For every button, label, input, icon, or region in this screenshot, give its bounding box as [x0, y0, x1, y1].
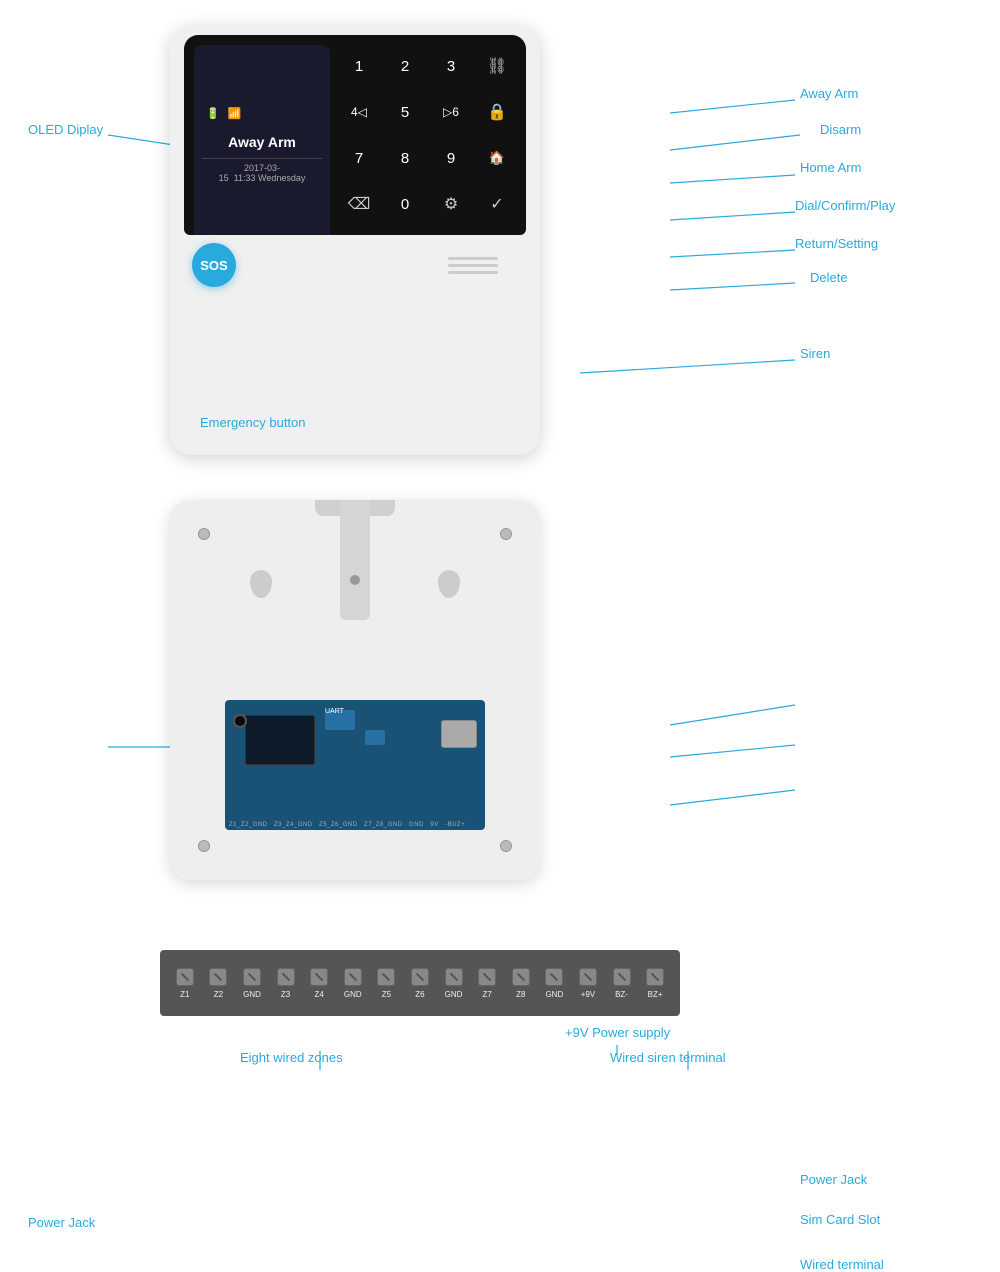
- keypad-device: 🔋 📶 Away Arm 2017-03-15 11:33 Wednesday …: [170, 25, 540, 455]
- terminal-gnd1: GND: [243, 968, 261, 999]
- terminal-gnd4: GND: [545, 968, 563, 999]
- pcb-board: UART Z1_Z2_GND Z3_Z4_GND Z5_Z6_GND Z7_Z8…: [225, 700, 485, 830]
- keypad-top-panel: 🔋 📶 Away Arm 2017-03-15 11:33 Wednesday …: [184, 35, 526, 235]
- speaker-line-1: [448, 257, 498, 260]
- screw-gnd4[interactable]: [545, 968, 563, 986]
- screw-z6[interactable]: [411, 968, 429, 986]
- label-away-arm: Away Arm: [800, 86, 858, 101]
- dial-confirm-key[interactable]: ✓: [478, 185, 516, 223]
- key-8[interactable]: 8: [386, 139, 424, 177]
- screw-z7[interactable]: [478, 968, 496, 986]
- screw-z3[interactable]: [277, 968, 295, 986]
- terminal-z4: Z4: [310, 968, 328, 999]
- back-panel-section: UART Z1_Z2_GND Z3_Z4_GND Z5_Z6_GND Z7_Z8…: [0, 480, 1000, 940]
- screw-z5[interactable]: [377, 968, 395, 986]
- oled-datetime: 2017-03-15 11:33 Wednesday: [202, 163, 322, 183]
- keypad-bottom: SOS: [184, 243, 526, 287]
- label-return-setting: Return/Setting: [795, 236, 878, 251]
- sos-button[interactable]: SOS: [192, 243, 236, 287]
- speaker-line-2: [448, 264, 498, 267]
- terminal-z2: Z2: [209, 968, 227, 999]
- speaker-grill: [448, 257, 498, 274]
- pcb-main-chip: [245, 715, 315, 765]
- terminal-z6: Z6: [411, 968, 429, 999]
- back-device: UART Z1_Z2_GND Z3_Z4_GND Z5_Z6_GND Z7_Z8…: [170, 500, 540, 880]
- label-wired-terminal: Wired terminal: [800, 1257, 884, 1272]
- center-cable-holder: [340, 500, 370, 620]
- label-home-arm: Home Arm: [800, 160, 861, 175]
- diagram-wrapper: 🔋 📶 Away Arm 2017-03-15 11:33 Wednesday …: [0, 0, 1000, 1140]
- keypad-grid: 1 2 3 ⛓ 4◁ 5 ▷6 🔒 7 8 9 🏠 ⌫ 0: [330, 37, 526, 233]
- terminal-z3: Z3: [277, 968, 295, 999]
- terminal-bar: Z1 Z2 GND Z3 Z4 GND: [160, 950, 680, 1016]
- sim-slot: [441, 720, 477, 748]
- terminal-z1: Z1: [176, 968, 194, 999]
- oled-screen: 🔋 📶 Away Arm 2017-03-15 11:33 Wednesday: [194, 45, 330, 235]
- screw-gnd3[interactable]: [445, 968, 463, 986]
- disarm-key[interactable]: 🔒: [478, 93, 516, 131]
- key-5[interactable]: 5: [386, 93, 424, 131]
- terminal-section: Z1 Z2 GND Z3 Z4 GND: [0, 940, 1000, 1140]
- screw-tl: [198, 528, 210, 540]
- label-dial-confirm: Dial/Confirm/Play: [795, 198, 895, 213]
- terminal-bzminus: BZ-: [613, 968, 631, 999]
- label-disarm: Disarm: [820, 122, 861, 137]
- return-setting-key[interactable]: ⚙: [432, 185, 470, 223]
- key-9[interactable]: 9: [432, 139, 470, 177]
- key-4[interactable]: 4◁: [340, 93, 378, 131]
- key-0[interactable]: 0: [386, 185, 424, 223]
- back-power-jack-hole: [233, 714, 247, 728]
- label-sim-card-slot: Sim Card Slot: [800, 1212, 880, 1227]
- label-power-jack-right: Power Jack: [800, 1172, 867, 1187]
- screw-z1[interactable]: [176, 968, 194, 986]
- mount-hole-left: [250, 570, 272, 598]
- battery-icon: 🔋: [206, 107, 220, 120]
- screw-z8[interactable]: [512, 968, 530, 986]
- screw-bl: [198, 840, 210, 852]
- delete-key[interactable]: ⌫: [340, 185, 378, 223]
- camera-dot: [350, 575, 360, 585]
- pcb-terminal-labels: Z1_Z2_GND Z3_Z4_GND Z5_Z6_GND Z7_Z8_GND …: [229, 822, 465, 828]
- screw-gnd1[interactable]: [243, 968, 261, 986]
- label-wired-siren-terminal: Wired siren terminal: [610, 1050, 726, 1065]
- screw-z4[interactable]: [310, 968, 328, 986]
- terminal-z8: Z8: [512, 968, 530, 999]
- screw-br: [500, 840, 512, 852]
- terminal-z7: Z7: [478, 968, 496, 999]
- label-delete: Delete: [810, 270, 848, 285]
- screw-gnd2[interactable]: [344, 968, 362, 986]
- front-panel-section: 🔋 📶 Away Arm 2017-03-15 11:33 Wednesday …: [0, 0, 1000, 480]
- wifi-icon: 📶: [228, 107, 242, 120]
- screw-z2[interactable]: [209, 968, 227, 986]
- pcb-uart-label: UART: [325, 708, 344, 715]
- screw-bzminus[interactable]: [613, 968, 631, 986]
- terminal-gnd3: GND: [445, 968, 463, 999]
- key-3[interactable]: 3: [432, 47, 470, 85]
- label-eight-wired-zones: Eight wired zones: [240, 1050, 343, 1065]
- mount-hole-right: [438, 570, 460, 598]
- label-power-jack-left: Power Jack: [28, 1215, 95, 1230]
- terminal-gnd2: GND: [344, 968, 362, 999]
- label-siren: Siren: [800, 346, 830, 361]
- terminal-9v: +9V: [579, 968, 597, 999]
- label-power-supply: +9V Power supply: [565, 1025, 670, 1040]
- key-7[interactable]: 7: [340, 139, 378, 177]
- screw-tr: [500, 528, 512, 540]
- screw-9v[interactable]: [579, 968, 597, 986]
- label-oled-display: OLED Diplay: [28, 122, 103, 137]
- away-arm-key[interactable]: ⛓: [478, 47, 516, 85]
- speaker-line-3: [448, 271, 498, 274]
- key-6[interactable]: ▷6: [432, 93, 470, 131]
- label-emergency: Emergency button: [200, 415, 306, 430]
- oled-divider: [202, 158, 322, 159]
- keypad-grid-area: 1 2 3 ⛓ 4◁ 5 ▷6 🔒 7 8 9 🏠 ⌫ 0: [330, 35, 526, 235]
- home-arm-key[interactable]: 🏠: [478, 139, 516, 177]
- pcb-component-2: [365, 730, 385, 745]
- key-1[interactable]: 1: [340, 47, 378, 85]
- screw-bzplus[interactable]: [646, 968, 664, 986]
- terminal-bzplus: BZ+: [646, 968, 664, 999]
- terminal-z5: Z5: [377, 968, 395, 999]
- oled-status-display: Away Arm: [228, 134, 296, 150]
- key-2[interactable]: 2: [386, 47, 424, 85]
